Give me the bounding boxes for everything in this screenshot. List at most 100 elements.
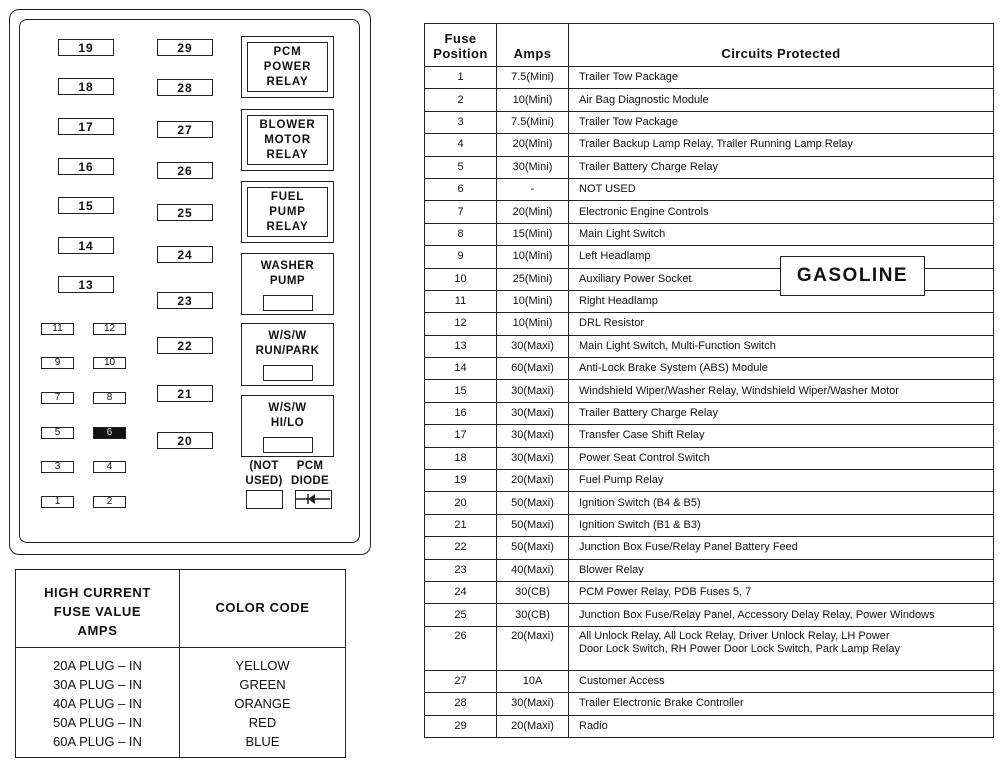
amps-cell: 30(Mini) xyxy=(496,155,569,179)
fuse-12: 12 xyxy=(93,323,126,335)
fuse-position-cell: 18 xyxy=(424,446,497,471)
fuse-13: 13 xyxy=(58,276,114,293)
circuit-cell: PCM Power Relay, PDB Fuses 5, 7 xyxy=(568,580,994,605)
fuse-position-cell: 27 xyxy=(424,669,497,694)
amps-cell: 30(Maxi) xyxy=(496,379,569,403)
table-row: 14 60(Maxi) Anti-Lock Brake System (ABS) M… xyxy=(424,357,994,381)
table-row: 5 30(Mini) Trailer Battery Charge Relay xyxy=(424,155,994,179)
relay-pcm-power: PCM POWER RELAY xyxy=(241,36,334,98)
header-amps: Amps xyxy=(496,23,569,67)
relay-label: PUMP xyxy=(269,205,306,218)
amps-cell: 50(Maxi) xyxy=(496,491,569,515)
diode-icon xyxy=(296,494,330,504)
table-row: 4 20(Mini) Trailer Backup Lamp Relay, Trai… xyxy=(424,133,994,157)
fuse-position-cell: 28 xyxy=(424,692,497,716)
fuse-11: 11 xyxy=(41,323,74,335)
color-cell: BLUE xyxy=(245,734,280,749)
circuit-cell: Ignition Switch (B1 & B3) xyxy=(568,513,994,538)
table-row: 29 20(Maxi) Radio xyxy=(424,714,994,738)
fuse-16: 16 xyxy=(58,158,114,175)
fuse-position-cell: 4 xyxy=(424,133,497,157)
color-cell: GREEN xyxy=(239,677,286,692)
relay-wsw-run-park: W/S/W RUN/PARK xyxy=(241,323,334,386)
fuse-position-cell: 7 xyxy=(424,200,497,224)
relay-label: POWER xyxy=(263,60,312,73)
fuse-position-cell: 1 xyxy=(424,65,497,90)
header-line: AMPS xyxy=(77,623,118,638)
table-row: 1 7.5(Mini) Trailer Tow Package xyxy=(424,65,994,90)
fuse-position-cell: 6 xyxy=(424,177,497,202)
fuse-29: 29 xyxy=(157,39,213,56)
circuit-cell: Electronic Engine Controls xyxy=(568,200,994,224)
color-cell: ORANGE xyxy=(234,696,291,711)
fuse-table: Fuse Position Amps Circuits Protected 17… xyxy=(424,23,994,738)
color-code-table: HIGH CURRENT FUSE VALUE AMPS COLOR CODE … xyxy=(15,569,346,758)
table-row: 26 20(Maxi) All Unlock Relay, All Lock Rel… xyxy=(424,625,994,671)
fuse-position-cell: 16 xyxy=(424,401,497,426)
circuit-cell: Power Seat Control Switch xyxy=(568,446,994,471)
table-row: 25 30(CB) Junction Box Fuse/Relay Panel, A… xyxy=(424,603,994,627)
relay-label: RELAY xyxy=(266,220,309,233)
relay-wsw-hi-lo: W/S/W HI/LO xyxy=(241,395,334,457)
circuit-cell: Trailer Backup Lamp Relay, Trailer Runni… xyxy=(568,133,994,157)
fuse-5: 5 xyxy=(41,427,74,439)
relay-blower-motor: BLOWER MOTOR RELAY xyxy=(241,109,334,171)
fuse-28: 28 xyxy=(157,79,213,96)
fuse-position-cell: 9 xyxy=(424,245,497,269)
header-color-code: COLOR CODE xyxy=(215,600,310,615)
circuit-cell: Windshield Wiper/Washer Relay, Windshiel… xyxy=(568,379,994,403)
circuit-cell: All Unlock Relay, All Lock Relay, Driver… xyxy=(568,625,994,671)
table-row: 28 30(Maxi) Trailer Electronic Brake Contr… xyxy=(424,692,994,716)
fuse-19: 19 xyxy=(58,39,114,56)
fuse-18: 18 xyxy=(58,78,114,95)
amps-cell: 30(Maxi) xyxy=(496,401,569,426)
fuse-7: 7 xyxy=(41,392,74,404)
amps-cell: 20(Mini) xyxy=(496,133,569,157)
amps-cell: 30(Maxi) xyxy=(496,424,569,448)
fuse-2: 2 xyxy=(93,496,126,508)
circuit-cell: Anti-Lock Brake System (ABS) Module xyxy=(568,357,994,381)
circuit-line: Door Lock Switch, RH Power Door Lock Swi… xyxy=(579,642,900,655)
not-used-slot xyxy=(246,490,283,509)
amps-cell: 20A PLUG – IN xyxy=(53,658,142,673)
color-cell: RED xyxy=(248,715,277,730)
fuse-22: 22 xyxy=(157,337,213,354)
relay-label: W/S/W xyxy=(268,330,307,342)
header-line: Fuse xyxy=(444,31,477,46)
fuse-position-cell: 13 xyxy=(424,334,497,359)
not-used-caption: (NOT USED) xyxy=(240,459,288,489)
table-row: 22 50(Maxi) Junction Box Fuse/Relay Panel … xyxy=(424,536,994,560)
fuse-26: 26 xyxy=(157,162,213,179)
table-row: 20 50(Maxi) Ignition Switch (B4 & B5) xyxy=(424,491,994,515)
fuse-position-cell: 17 xyxy=(424,424,497,448)
color-column: YELLOW GREEN ORANGE RED BLUE xyxy=(180,656,345,751)
circuit-cell: Customer Access xyxy=(568,669,994,694)
fuse-position-cell: 15 xyxy=(424,379,497,403)
circuit-cell: Junction Box Fuse/Relay Panel Battery Fe… xyxy=(568,536,994,560)
fuse-17: 17 xyxy=(58,118,114,135)
table-row: 21 50(Maxi) Ignition Switch (B1 & B3) xyxy=(424,513,994,538)
amps-cell: - xyxy=(496,177,569,202)
fuse-10: 10 xyxy=(93,357,126,369)
table-row: 16 30(Maxi) Trailer Battery Charge Relay xyxy=(424,401,994,426)
fuse-23: 23 xyxy=(157,292,213,309)
circuit-cell: Trailer Battery Charge Relay xyxy=(568,155,994,179)
amps-cell: 30(CB) xyxy=(496,603,569,627)
pcm-diode xyxy=(295,490,332,509)
fuse-position-cell: 22 xyxy=(424,536,497,560)
fuse-21: 21 xyxy=(157,385,213,402)
amps-cell: 10(Mini) xyxy=(496,312,569,336)
circuit-cell: Trailer Battery Charge Relay xyxy=(568,401,994,426)
fuse-position-cell: 21 xyxy=(424,513,497,538)
amps-cell: 50A PLUG – IN xyxy=(53,715,142,730)
header-fuse-value: HIGH CURRENT FUSE VALUE AMPS xyxy=(16,583,179,640)
fuse-position-cell: 29 xyxy=(424,714,497,738)
table-row: 27 10A Customer Access xyxy=(424,669,994,694)
circuit-cell: Trailer Tow Package xyxy=(568,65,994,90)
relay-label: HI/LO xyxy=(270,417,305,429)
header-fuse-position: Fuse Position xyxy=(424,23,497,67)
fuse-20: 20 xyxy=(157,432,213,449)
relay-fuel-pump: FUEL PUMP RELAY xyxy=(241,181,334,243)
relay-slot xyxy=(262,295,313,311)
amps-cell: 30(Maxi) xyxy=(496,446,569,471)
